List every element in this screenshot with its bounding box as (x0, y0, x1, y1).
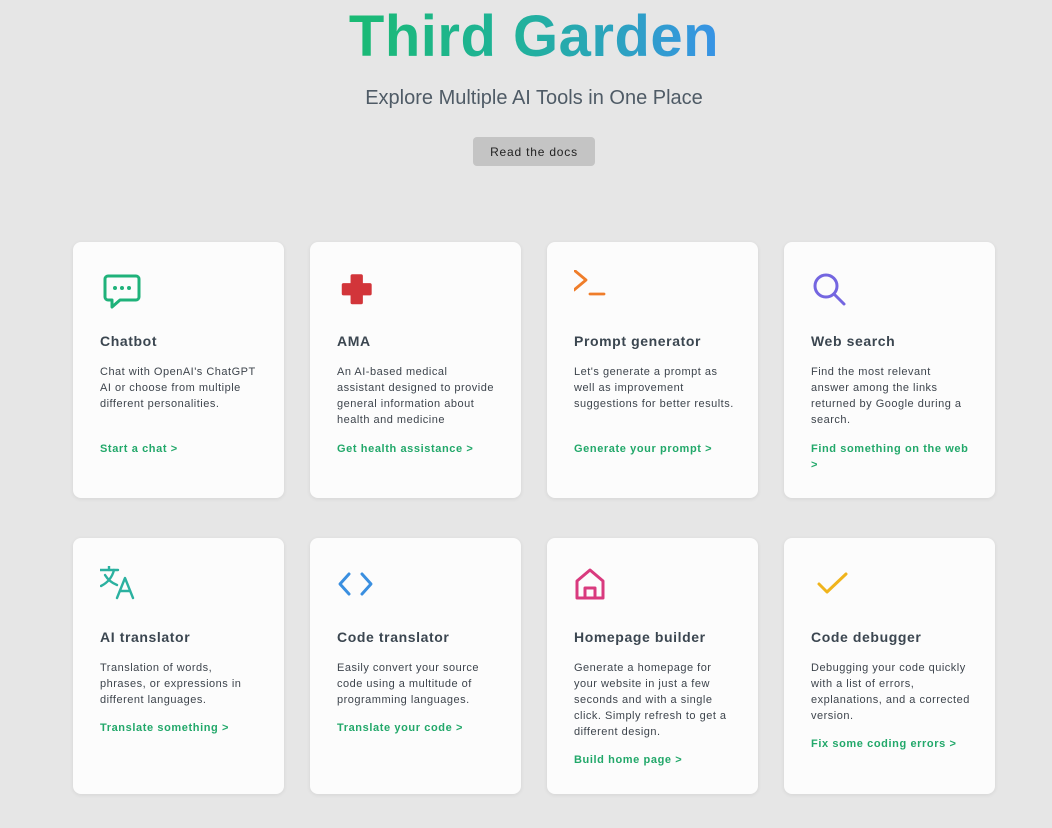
tool-card-homepage-builder[interactable]: Homepage builder Generate a homepage for… (547, 538, 758, 794)
tool-card-code-debugger[interactable]: Code debugger Debugging your code quickl… (784, 538, 995, 794)
app-subtitle: Explore Multiple AI Tools in One Place (365, 87, 703, 109)
card-title: AMA (337, 333, 371, 349)
tool-card-prompt-generator[interactable]: Prompt generator Let's generate a prompt… (547, 242, 758, 498)
translate-icon (100, 566, 144, 610)
tool-card-ai-translator[interactable]: AI translator Translation of words, phra… (73, 538, 284, 794)
chat-bubble-icon (100, 270, 144, 314)
checkmark-icon (811, 566, 855, 610)
tool-card-chatbot[interactable]: Chatbot Chat with OpenAI's ChatGPT AI or… (73, 242, 284, 498)
card-description: An AI-based medical assistant designed t… (337, 366, 494, 426)
home-icon (574, 566, 618, 610)
card-title: Chatbot (100, 333, 158, 349)
tool-card-code-translator[interactable]: Code translator Easily convert your sour… (310, 538, 521, 794)
web-search-link[interactable]: Find something on the web > (811, 441, 971, 473)
card-title: Web search (811, 333, 896, 349)
card-title: Code translator (337, 629, 450, 645)
card-title: AI translator (100, 629, 191, 645)
card-description: Find the most relevant answer among the … (811, 366, 962, 426)
build-home-page-link[interactable]: Build home page > (574, 752, 734, 768)
health-assistance-link[interactable]: Get health assistance > (337, 441, 497, 457)
start-chat-link[interactable]: Start a chat > (100, 441, 260, 457)
card-title: Code debugger (811, 629, 922, 645)
app-title: Third Garden (348, 4, 720, 69)
fix-coding-errors-link[interactable]: Fix some coding errors > (811, 736, 971, 752)
generate-prompt-link[interactable]: Generate your prompt > (574, 441, 734, 457)
translate-something-link[interactable]: Translate something > (100, 720, 260, 736)
card-description: Generate a homepage for your website in … (574, 662, 727, 738)
page: Third Garden Explore Multiple AI Tools i… (0, 0, 1052, 828)
tool-card-ama[interactable]: AMA An AI-based medical assistant design… (310, 242, 521, 498)
card-description: Let's generate a prompt as well as impro… (574, 366, 734, 410)
card-description: Chat with OpenAI's ChatGPT AI or choose … (100, 366, 256, 410)
card-title: Homepage builder (574, 629, 706, 645)
read-docs-button[interactable]: Read the docs (473, 137, 595, 166)
medical-cross-icon (337, 270, 381, 314)
card-description: Easily convert your source code using a … (337, 662, 479, 706)
card-description: Translation of words, phrases, or expres… (100, 662, 242, 706)
code-brackets-icon (337, 566, 381, 610)
search-icon (811, 270, 855, 314)
terminal-prompt-icon (574, 270, 618, 314)
translate-code-link[interactable]: Translate your code > (337, 720, 497, 736)
card-title: Prompt generator (574, 333, 702, 349)
tool-card-web-search[interactable]: Web search Find the most relevant answer… (784, 242, 995, 498)
card-description: Debugging your code quickly with a list … (811, 662, 970, 722)
